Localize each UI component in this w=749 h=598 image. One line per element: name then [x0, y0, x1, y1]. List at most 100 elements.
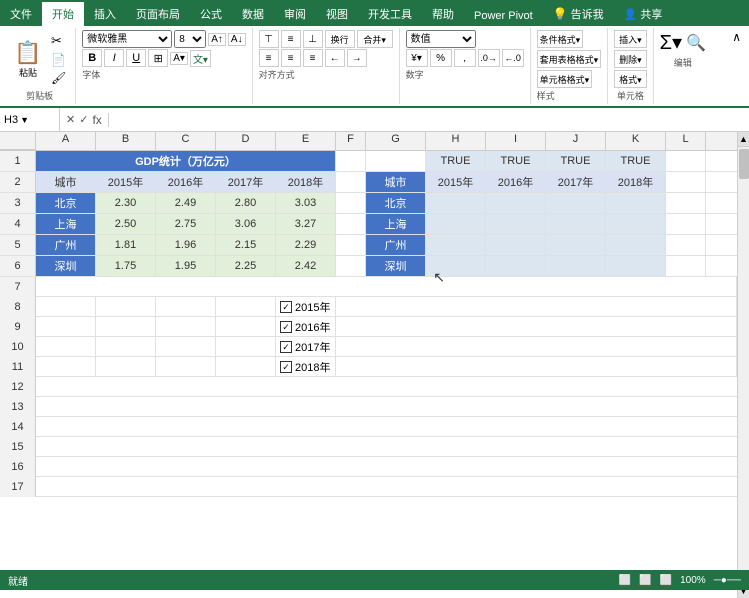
cell-g2[interactable]: 城市 [366, 172, 426, 192]
checkbox-2015[interactable]: ✓ [280, 301, 292, 313]
cell-c6[interactable]: 1.95 [156, 256, 216, 276]
cell-e8[interactable]: ✓ 2015年 [276, 297, 336, 317]
cell-l1[interactable] [666, 151, 706, 171]
cell-c5[interactable]: 1.96 [156, 235, 216, 255]
tab-power-pivot[interactable]: Power Pivot [464, 6, 543, 26]
cell-i4[interactable] [486, 214, 546, 234]
col-header-b[interactable]: B [96, 132, 156, 150]
cell-reference-box[interactable]: H3 ▼ [0, 108, 60, 131]
cell-e11[interactable]: ✓ 2018年 [276, 357, 336, 377]
tab-data[interactable]: 数据 [232, 2, 274, 26]
insert-function-icon[interactable]: fx [92, 113, 101, 127]
sigma-button[interactable]: Σ▾ [660, 30, 682, 55]
indent-decrease-button[interactable]: ← [325, 49, 345, 67]
col-header-f[interactable]: F [336, 132, 366, 150]
cell-j3[interactable] [546, 193, 606, 213]
cell-e4[interactable]: 3.27 [276, 214, 336, 234]
cell-k6[interactable] [606, 256, 666, 276]
cell-k4[interactable] [606, 214, 666, 234]
tab-file[interactable]: 文件 [0, 2, 42, 26]
indent-increase-button[interactable]: → [347, 49, 367, 67]
align-center-button[interactable]: ≡ [281, 49, 301, 67]
checkbox-2018[interactable]: ✓ [280, 361, 292, 373]
paste-button[interactable]: 📋 粘贴 [10, 38, 46, 81]
align-top-button[interactable]: ⊤ [259, 30, 279, 48]
underline-button[interactable]: U [126, 49, 146, 67]
comma-button[interactable]: , [454, 49, 476, 67]
cut-button[interactable]: ✂ [48, 32, 69, 50]
cell-f1[interactable] [336, 151, 366, 171]
cell-f6[interactable] [336, 256, 366, 276]
cell-a2[interactable]: 城市 [36, 172, 96, 192]
cell-h6[interactable] [426, 256, 486, 276]
cell-j6[interactable] [546, 256, 606, 276]
cell-i6[interactable] [486, 256, 546, 276]
cell-l2[interactable] [666, 172, 706, 192]
bold-button[interactable]: B [82, 49, 102, 67]
wrap-text-button[interactable]: 换行 [325, 30, 355, 48]
cell-d2[interactable]: 2017年 [216, 172, 276, 192]
col-header-k[interactable]: K [606, 132, 666, 150]
font-size-down-button[interactable]: A↓ [228, 33, 246, 46]
cell-e6[interactable]: 2.42 [276, 256, 336, 276]
cell-h3[interactable] [426, 193, 486, 213]
decimal-decrease-button[interactable]: ←.0 [502, 49, 524, 67]
cell-c4[interactable]: 2.75 [156, 214, 216, 234]
percent-button[interactable]: % [430, 49, 452, 67]
cell-a1[interactable]: GDP统计（万亿元） [36, 151, 336, 171]
cell-a3[interactable]: 北京 [36, 193, 96, 213]
font-size-select[interactable]: 8 [174, 30, 206, 48]
cell-e10[interactable]: ✓ 2017年 [276, 337, 336, 357]
view-normal-button[interactable]: ⬜ [619, 575, 631, 586]
copy-button[interactable]: 📄 [48, 52, 69, 68]
confirm-icon[interactable]: ✓ [79, 113, 88, 126]
col-header-i[interactable]: I [486, 132, 546, 150]
cell-g1[interactable] [366, 151, 426, 171]
cell-c3[interactable]: 2.49 [156, 193, 216, 213]
tab-dev[interactable]: 开发工具 [358, 2, 422, 26]
cell-k1[interactable]: TRUE [606, 151, 666, 171]
fill-color-button[interactable]: A▾ [170, 52, 188, 65]
tab-layout[interactable]: 页面布局 [126, 2, 190, 26]
cell-b6[interactable]: 1.75 [96, 256, 156, 276]
cell-h4[interactable] [426, 214, 486, 234]
cell-g3[interactable]: 北京 [366, 193, 426, 213]
vertical-scrollbar[interactable]: ▲ ▼ [737, 132, 749, 598]
col-header-e[interactable]: E [276, 132, 336, 150]
tab-insert[interactable]: 插入 [84, 2, 126, 26]
cell-l5[interactable] [666, 235, 706, 255]
cell-l6[interactable] [666, 256, 706, 276]
cell-f3[interactable] [336, 193, 366, 213]
col-header-d[interactable]: D [216, 132, 276, 150]
tab-formula[interactable]: 公式 [190, 2, 232, 26]
cell-e3[interactable]: 3.03 [276, 193, 336, 213]
cell-e5[interactable]: 2.29 [276, 235, 336, 255]
cell-h1[interactable]: TRUE [426, 151, 486, 171]
cell-e9[interactable]: ✓ 2016年 [276, 317, 336, 337]
cell-d6[interactable]: 2.25 [216, 256, 276, 276]
cell-d5[interactable]: 2.15 [216, 235, 276, 255]
cell-b4[interactable]: 2.50 [96, 214, 156, 234]
col-header-c[interactable]: C [156, 132, 216, 150]
cell-j5[interactable] [546, 235, 606, 255]
table-format-button[interactable]: 套用表格格式▾ [537, 50, 602, 68]
col-header-l[interactable]: L [666, 132, 706, 150]
insert-cell-button[interactable]: 插入▾ [614, 30, 647, 48]
cell-j2[interactable]: 2017年 [546, 172, 606, 192]
delete-cell-button[interactable]: 删除▾ [614, 50, 647, 68]
tab-help[interactable]: 帮助 [422, 2, 464, 26]
view-layout-button[interactable]: ⬜ [639, 575, 651, 586]
cell-g5[interactable]: 广州 [366, 235, 426, 255]
cell-i3[interactable] [486, 193, 546, 213]
italic-button[interactable]: I [104, 49, 124, 67]
tab-tell-me[interactable]: 💡告诉我 [543, 2, 614, 26]
align-bottom-button[interactable]: ⊥ [303, 30, 323, 48]
cell-k2[interactable]: 2018年 [606, 172, 666, 192]
col-header-a[interactable]: A [36, 132, 96, 150]
cell-i2[interactable]: 2016年 [486, 172, 546, 192]
cell-b3[interactable]: 2.30 [96, 193, 156, 213]
font-size-up-button[interactable]: A↑ [208, 33, 226, 46]
formula-input[interactable] [109, 114, 749, 126]
cell-i5[interactable] [486, 235, 546, 255]
conditional-format-button[interactable]: 条件格式▾ [537, 30, 584, 48]
